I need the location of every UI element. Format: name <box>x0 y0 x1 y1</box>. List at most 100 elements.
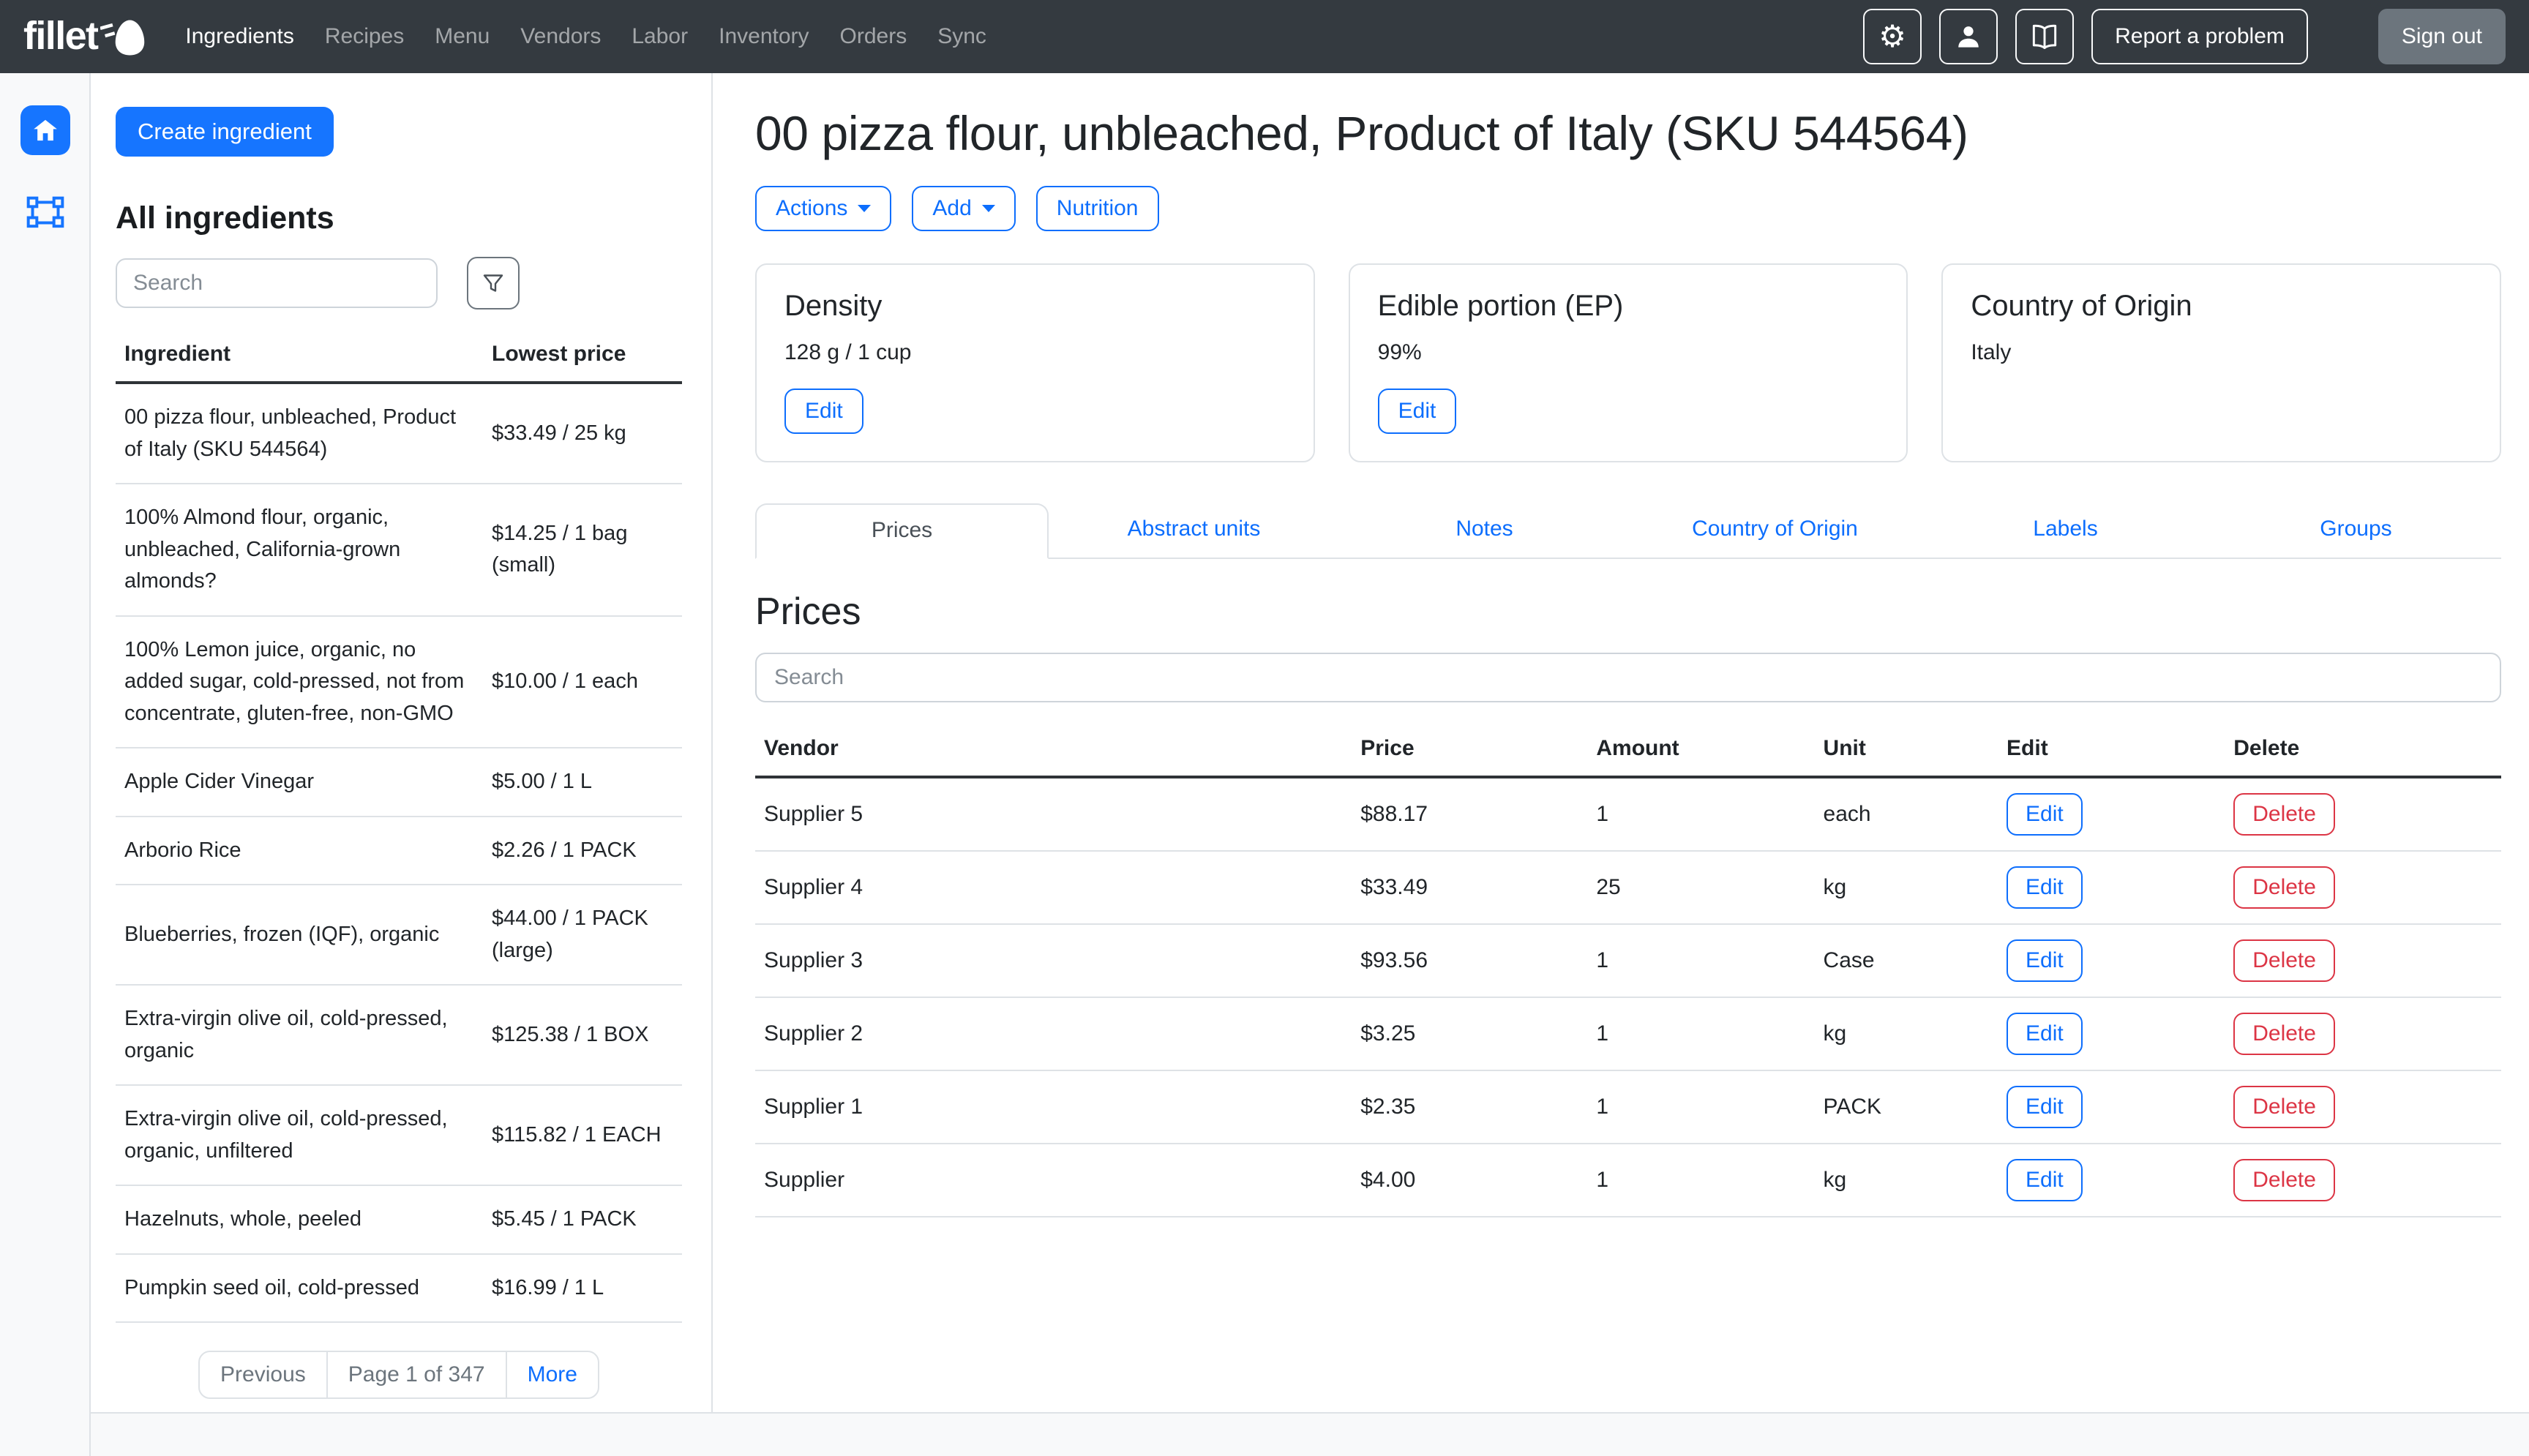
all-ingredients-title: All ingredients <box>116 200 682 236</box>
nav-item-labor[interactable]: Labor <box>632 24 688 49</box>
ingredient-row[interactable]: Apple Cider Vinegar$5.00 / 1 L <box>116 748 682 817</box>
caret-down-icon <box>858 205 871 212</box>
col-delete: Delete <box>2222 724 2501 777</box>
card-value: 99% <box>1378 340 1879 365</box>
edible-portion-card: Edible portion (EP) 99% Edit <box>1349 263 1908 462</box>
prices-search-input[interactable] <box>755 653 2501 702</box>
ingredient-name: Apple Cider Vinegar <box>116 748 492 817</box>
home-button[interactable] <box>20 105 70 155</box>
ingredient-lowest-price: $44.00 / 1 PACK (large) <box>492 885 682 985</box>
edit-price-button[interactable]: Edit <box>2007 866 2083 909</box>
tab-abstract-units[interactable]: Abstract units <box>1049 503 1339 558</box>
ingredient-name: Extra-virgin olive oil, cold-pressed, or… <box>116 985 492 1085</box>
ingredient-row[interactable]: Pumpkin seed oil, cold-pressed$16.99 / 1… <box>116 1254 682 1323</box>
report-problem-button[interactable]: Report a problem <box>2091 9 2308 64</box>
col-amount: Amount <box>1584 724 1811 777</box>
tab-groups[interactable]: Groups <box>2211 503 2501 558</box>
sign-out-button[interactable]: Sign out <box>2378 9 2506 64</box>
ingredient-row[interactable]: Arborio Rice$2.26 / 1 PACK <box>116 817 682 885</box>
ingredient-row[interactable]: Extra-virgin olive oil, cold-pressed, or… <box>116 1085 682 1185</box>
nav-item-vendors[interactable]: Vendors <box>520 24 601 49</box>
density-edit-button[interactable]: Edit <box>784 389 863 434</box>
more-button[interactable]: More <box>506 1351 599 1399</box>
ingredient-row[interactable]: Extra-virgin olive oil, cold-pressed, or… <box>116 985 682 1085</box>
col-lowest-price: Lowest price <box>492 333 682 383</box>
nav-item-ingredients[interactable]: Ingredients <box>185 24 293 49</box>
previous-button[interactable]: Previous <box>198 1351 328 1399</box>
ingredient-row[interactable]: 00 pizza flour, unbleached, Product of I… <box>116 383 682 484</box>
edit-price-button[interactable]: Edit <box>2007 1159 2083 1201</box>
nav-item-sync[interactable]: Sync <box>937 24 986 49</box>
price-row-unit: kg <box>1812 1144 1996 1217</box>
tab-notes[interactable]: Notes <box>1339 503 1630 558</box>
ingredient-search-input[interactable] <box>116 258 438 308</box>
col-ingredient: Ingredient <box>116 333 492 383</box>
ingredient-lowest-price: $2.26 / 1 PACK <box>492 817 682 885</box>
nutrition-button[interactable]: Nutrition <box>1036 186 1159 231</box>
ingredient-row[interactable]: 100% Lemon juice, organic, no added suga… <box>116 616 682 748</box>
prices-table: Vendor Price Amount Unit Edit Delete Sup… <box>755 724 2501 1217</box>
ingredient-name: Pumpkin seed oil, cold-pressed <box>116 1254 492 1323</box>
tab-prices[interactable]: Prices <box>755 503 1049 559</box>
delete-price-button[interactable]: Delete <box>2233 1013 2335 1055</box>
person-icon <box>1952 20 1985 53</box>
card-value: 128 g / 1 cup <box>784 340 1286 365</box>
price-row-vendor: Supplier 5 <box>755 777 1349 851</box>
app-logo[interactable]: fillet <box>23 16 147 57</box>
nav-item-recipes[interactable]: Recipes <box>325 24 404 49</box>
nav-item-orders[interactable]: Orders <box>840 24 907 49</box>
ingredients-table: Ingredient Lowest price 00 pizza flour, … <box>116 333 682 1323</box>
actions-button[interactable]: Actions <box>755 186 891 231</box>
density-card: Density 128 g / 1 cup Edit <box>755 263 1315 462</box>
delete-price-button[interactable]: Delete <box>2233 939 2335 982</box>
edit-price-button[interactable]: Edit <box>2007 793 2083 836</box>
ingredient-lowest-price: $5.45 / 1 PACK <box>492 1185 682 1254</box>
edit-price-button[interactable]: Edit <box>2007 1086 2083 1128</box>
price-row-vendor: Supplier 1 <box>755 1070 1349 1144</box>
delete-price-button[interactable]: Delete <box>2233 1086 2335 1128</box>
nav-item-menu[interactable]: Menu <box>435 24 490 49</box>
price-row: Supplier 1$2.351PACKEditDelete <box>755 1070 2501 1144</box>
app-window: fillet Ingredients Recipes Menu Vendors Labo… <box>0 0 2529 1456</box>
tab-country-of-origin[interactable]: Country of Origin <box>1630 503 1920 558</box>
ingredient-lowest-price: $14.25 / 1 bag (small) <box>492 484 682 616</box>
ingredient-name: Blueberries, frozen (IQF), organic <box>116 885 492 985</box>
funnel-icon <box>480 270 506 296</box>
edible-portion-edit-button[interactable]: Edit <box>1378 389 1457 434</box>
delete-price-button[interactable]: Delete <box>2233 866 2335 909</box>
delete-price-button[interactable]: Delete <box>2233 1159 2335 1201</box>
ingredient-name: 100% Lemon juice, organic, no added suga… <box>116 616 492 748</box>
objects-button[interactable] <box>23 193 67 237</box>
delete-price-button[interactable]: Delete <box>2233 793 2335 836</box>
col-price: Price <box>1349 724 1584 777</box>
docs-button[interactable] <box>2015 9 2074 64</box>
ingredient-row[interactable]: Blueberries, frozen (IQF), organic$44.00… <box>116 885 682 985</box>
edit-price-button[interactable]: Edit <box>2007 1013 2083 1055</box>
ingredient-row[interactable]: 100% Almond flour, organic, unbleached, … <box>116 484 682 616</box>
icon-rail <box>0 73 91 1456</box>
book-icon <box>2028 20 2061 53</box>
account-button[interactable] <box>1939 9 1998 64</box>
card-value: Italy <box>1971 340 2472 365</box>
price-row-amount: 1 <box>1584 1070 1811 1144</box>
app-logo-text: fillet <box>23 16 97 56</box>
edit-price-button[interactable]: Edit <box>2007 939 2083 982</box>
home-icon <box>31 116 60 145</box>
price-row-vendor: Supplier <box>755 1144 1349 1217</box>
price-row-price: $3.25 <box>1349 997 1584 1070</box>
filter-button[interactable] <box>467 257 520 309</box>
price-row-amount: 25 <box>1584 851 1811 924</box>
settings-button[interactable]: ⚙ <box>1863 9 1922 64</box>
gear-icon: ⚙ <box>1878 21 1906 52</box>
col-vendor: Vendor <box>755 724 1349 777</box>
price-row-unit: Case <box>1812 924 1996 997</box>
nav-item-inventory[interactable]: Inventory <box>719 24 809 49</box>
ingredient-name: Hazelnuts, whole, peeled <box>116 1185 492 1254</box>
ingredient-row[interactable]: Hazelnuts, whole, peeled$5.45 / 1 PACK <box>116 1185 682 1254</box>
object-group-icon <box>25 195 66 236</box>
price-row-amount: 1 <box>1584 997 1811 1070</box>
create-ingredient-button[interactable]: Create ingredient <box>116 107 334 157</box>
card-title: Country of Origin <box>1971 290 2472 323</box>
tab-labels[interactable]: Labels <box>1920 503 2211 558</box>
add-button[interactable]: Add <box>912 186 1015 231</box>
